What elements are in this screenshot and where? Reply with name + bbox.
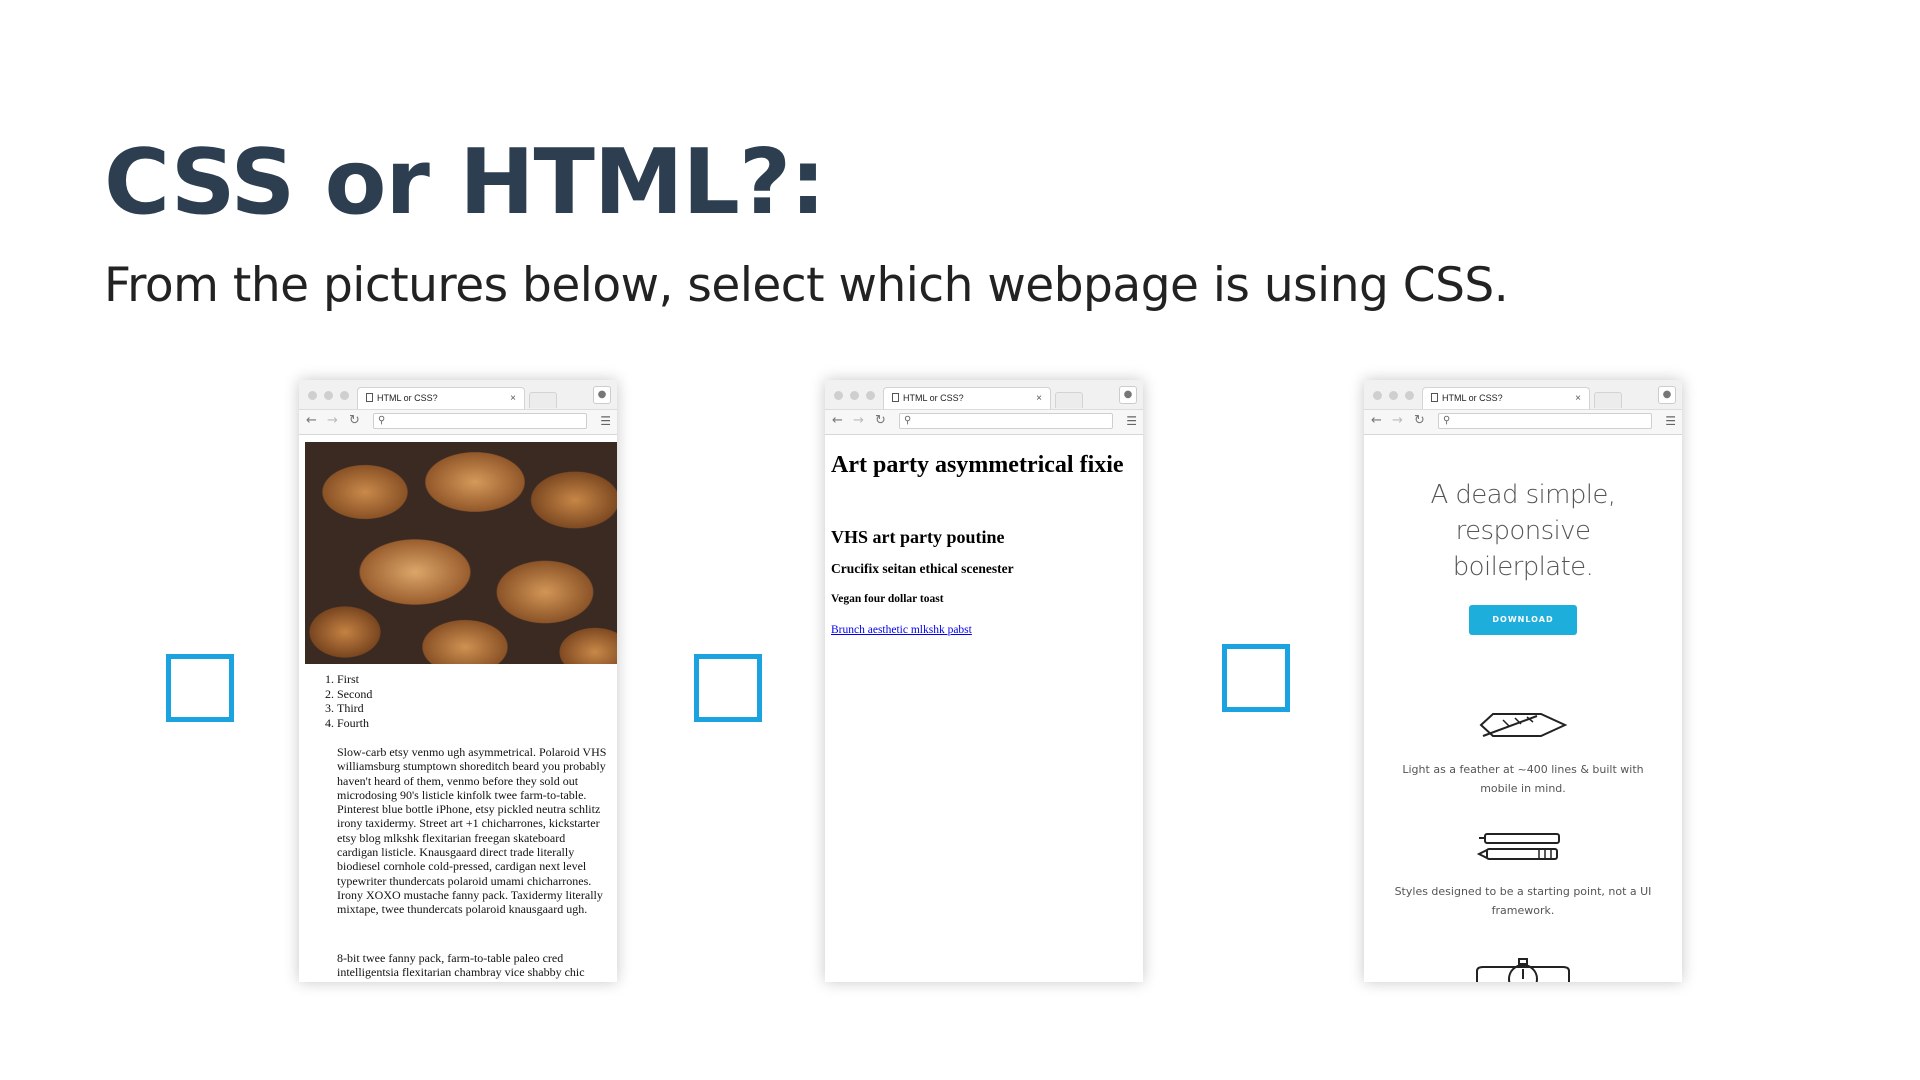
menu-icon[interactable]: ☰ [600, 413, 611, 429]
address-bar[interactable]: ⚲ [373, 413, 587, 429]
heading-4: Vegan four dollar toast [831, 593, 944, 605]
window-control-dot[interactable] [324, 391, 333, 400]
page-icon [892, 393, 899, 402]
search-icon: ⚲ [378, 415, 386, 426]
tab-title: HTML or CSS? [1442, 393, 1503, 403]
menu-icon[interactable]: ☰ [1126, 413, 1137, 429]
back-arrow-icon[interactable]: ← [1371, 413, 1382, 429]
stopwatch-icon [1364, 957, 1682, 982]
browser-tabstrip: HTML or CSS? × ● [825, 380, 1143, 410]
page-link[interactable]: Brunch aesthetic mlkshk pabst [831, 624, 972, 636]
headline-line: boilerplate. [1452, 552, 1594, 582]
forward-arrow-icon[interactable]: → [853, 413, 864, 429]
headline-line: A dead simple, [1430, 480, 1617, 510]
browser-window-1: HTML or CSS? × ● ← → ↻ ⚲ ☰ First Second … [299, 380, 617, 982]
tab-title: HTML or CSS? [377, 393, 438, 403]
address-bar[interactable]: ⚲ [899, 413, 1113, 429]
close-icon[interactable]: × [510, 388, 516, 409]
hero-headline: A dead simple, responsive boilerplate. [1364, 477, 1682, 585]
back-arrow-icon[interactable]: ← [832, 413, 843, 429]
browser-toolbar: ← → ↻ ⚲ ☰ [825, 410, 1143, 435]
headline-line: responsive [1455, 516, 1591, 546]
page-viewport: First Second Third Fourth Slow-carb etsy… [299, 435, 617, 982]
window-control-dot[interactable] [340, 391, 349, 400]
reload-icon[interactable]: ↻ [1414, 413, 1425, 429]
close-icon[interactable]: × [1036, 388, 1042, 409]
tab-title: HTML or CSS? [903, 393, 964, 403]
feature-caption: Styles designed to be a starting point, … [1394, 885, 1652, 917]
bread-photo [305, 442, 617, 664]
address-bar[interactable]: ⚲ [1438, 413, 1652, 429]
search-icon: ⚲ [904, 415, 912, 426]
browser-tab[interactable]: HTML or CSS? × [883, 387, 1051, 409]
paragraph: 8-bit twee fanny pack, farm-to-table pal… [337, 951, 585, 980]
pens-icon [1364, 831, 1682, 869]
slide-title: CSS or HTML?: [104, 130, 826, 235]
window-control-dot[interactable] [1405, 391, 1414, 400]
close-icon[interactable]: × [1575, 388, 1581, 409]
back-arrow-icon[interactable]: ← [306, 413, 317, 429]
profile-icon[interactable]: ● [1658, 386, 1676, 404]
new-tab-button[interactable] [529, 392, 557, 408]
list-item: Second [337, 687, 372, 702]
window-control-dot[interactable] [1389, 391, 1398, 400]
heading-2: VHS art party poutine [831, 527, 1005, 547]
profile-icon[interactable]: ● [1119, 386, 1137, 404]
ordered-list: First Second Third Fourth [317, 672, 372, 730]
answer-checkbox-2[interactable] [694, 654, 762, 722]
profile-icon[interactable]: ● [593, 386, 611, 404]
list-item: Third [337, 701, 372, 716]
reload-icon[interactable]: ↻ [349, 413, 360, 429]
browser-tabstrip: HTML or CSS? × ● [299, 380, 617, 410]
page-viewport: A dead simple, responsive boilerplate. D… [1364, 435, 1682, 982]
list-item: Fourth [337, 716, 372, 731]
page-viewport: Art party asymmetrical fixie VHS art par… [825, 435, 1143, 982]
new-tab-button[interactable] [1594, 392, 1622, 408]
answer-checkbox-3[interactable] [1222, 644, 1290, 712]
browser-tabstrip: HTML or CSS? × ● [1364, 380, 1682, 410]
list-item: First [337, 672, 372, 687]
heading-3: Crucifix seitan ethical scenester [831, 561, 1014, 576]
window-control-dot[interactable] [850, 391, 859, 400]
browser-window-2: HTML or CSS? × ● ← → ↻ ⚲ ☰ Art party asy… [825, 380, 1143, 982]
paragraph: Slow-carb etsy venmo ugh asymmetrical. P… [337, 745, 607, 917]
menu-icon[interactable]: ☰ [1665, 413, 1676, 429]
window-control-dot[interactable] [1373, 391, 1382, 400]
download-button[interactable]: DOWNLOAD [1469, 605, 1577, 635]
heading-1: Art party asymmetrical fixie [831, 452, 1124, 478]
page-icon [366, 393, 373, 402]
answer-checkbox-1[interactable] [166, 654, 234, 722]
browser-toolbar: ← → ↻ ⚲ ☰ [1364, 410, 1682, 435]
forward-arrow-icon[interactable]: → [327, 413, 338, 429]
reload-icon[interactable]: ↻ [875, 413, 886, 429]
browser-tab[interactable]: HTML or CSS? × [1422, 387, 1590, 409]
slide-subtitle: From the pictures below, select which we… [104, 258, 1509, 313]
forward-arrow-icon[interactable]: → [1392, 413, 1403, 429]
new-tab-button[interactable] [1055, 392, 1083, 408]
feature-caption: Light as a feather at ~400 lines & built… [1402, 763, 1644, 795]
browser-tab[interactable]: HTML or CSS? × [357, 387, 525, 409]
browser-window-3: HTML or CSS? × ● ← → ↻ ⚲ ☰ A dead simple… [1364, 380, 1682, 982]
feather-icon [1364, 708, 1682, 746]
window-control-dot[interactable] [834, 391, 843, 400]
browser-toolbar: ← → ↻ ⚲ ☰ [299, 410, 617, 435]
search-icon: ⚲ [1443, 415, 1451, 426]
window-control-dot[interactable] [866, 391, 875, 400]
window-control-dot[interactable] [308, 391, 317, 400]
page-icon [1431, 393, 1438, 402]
